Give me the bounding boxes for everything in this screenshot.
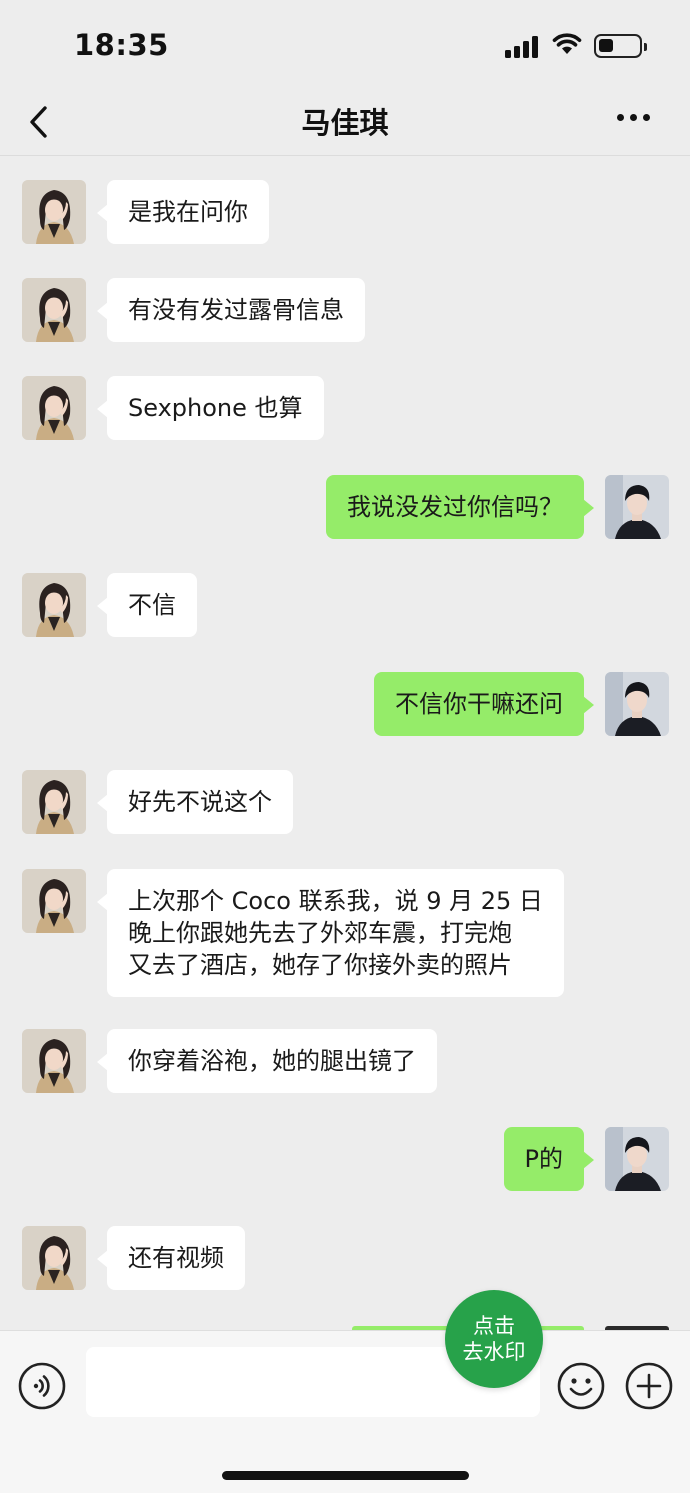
remove-watermark-line2: 去水印 [462, 1340, 526, 1364]
contact-avatar[interactable] [22, 376, 86, 440]
remove-watermark-line1: 点击 [473, 1314, 515, 1338]
message-bubble[interactable]: 不信 [97, 573, 197, 637]
contact-avatar[interactable] [22, 1226, 86, 1290]
message-bubble[interactable]: 有没有发过露骨信息 [97, 278, 365, 342]
voice-icon[interactable] [18, 1362, 66, 1410]
input-bar [0, 1330, 690, 1493]
remove-watermark-button[interactable]: 点击 去水印 [445, 1290, 543, 1388]
my-avatar[interactable] [605, 1127, 669, 1191]
more-dots-icon[interactable] [617, 114, 657, 128]
chat-area[interactable]: 是我在问你 有没有发过露骨信息 Sexphone 也算 我说没发过你信吗？ 不信… [0, 156, 690, 1330]
my-avatar[interactable] [605, 475, 669, 539]
home-indicator [222, 1471, 469, 1480]
chat-title: 马佳琪 [301, 106, 389, 140]
message-bubble[interactable]: 还有视频 [97, 1226, 245, 1290]
message-bubble[interactable]: 我说没发过你信吗？ [326, 475, 594, 539]
signal-icon [505, 36, 538, 58]
nav-bar: 马佳琪 [0, 90, 690, 156]
message-bubble[interactable]: Sexphone 也算 [97, 376, 324, 440]
message-bubble[interactable]: P的 [503, 1127, 595, 1191]
wifi-icon [552, 33, 582, 54]
status-bar: 18:35 [0, 0, 690, 90]
contact-avatar[interactable] [22, 1029, 86, 1093]
contact-avatar[interactable] [22, 180, 86, 244]
plus-icon[interactable] [625, 1362, 673, 1410]
message-bubble[interactable]: 是我在问你 [97, 180, 269, 244]
emoji-icon[interactable] [557, 1362, 605, 1410]
message-bubble[interactable]: 不信你干嘛还问 [374, 672, 594, 736]
message-bubble[interactable]: 你穿着浴袍，她的腿出镜了 [97, 1029, 437, 1093]
status-time: 18:35 [74, 28, 169, 62]
contact-avatar[interactable] [22, 278, 86, 342]
message-bubble[interactable]: 上次那个 Coco 联系我，说 9 月 25 日 晚上你跟她先去了外郊车震，打完… [97, 869, 564, 997]
contact-avatar[interactable] [22, 573, 86, 637]
contact-avatar[interactable] [22, 869, 86, 933]
my-avatar[interactable] [605, 672, 669, 736]
message-bubble[interactable]: 好先不说这个 [97, 770, 293, 834]
contact-avatar[interactable] [22, 770, 86, 834]
battery-icon [594, 34, 647, 58]
